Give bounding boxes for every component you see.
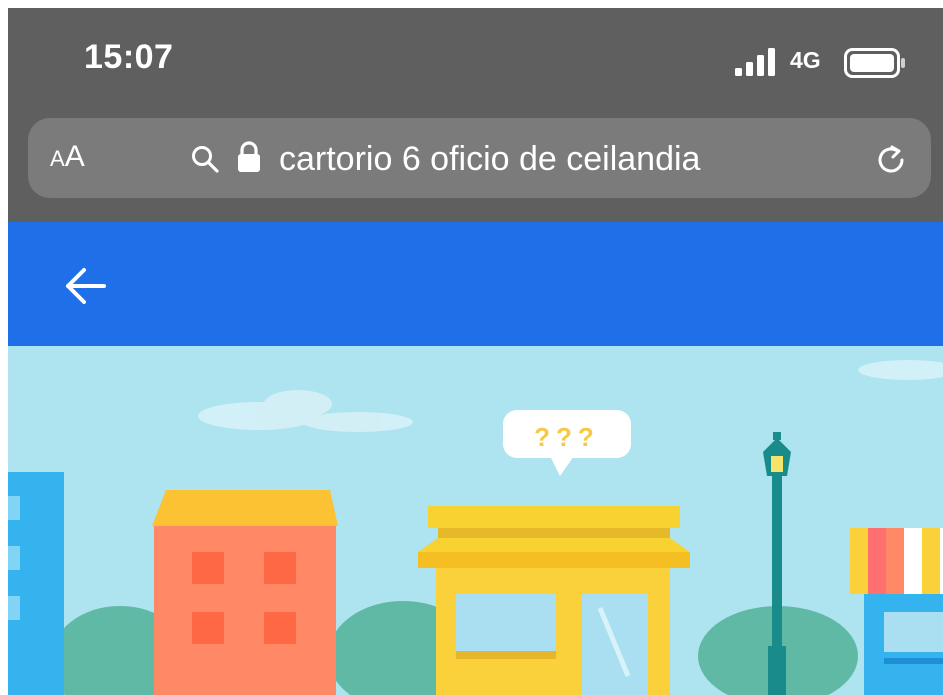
speech-bubble-text: ??? (534, 422, 600, 452)
signal-bars-icon (735, 48, 775, 76)
orange-building (152, 490, 338, 695)
street-illustration: ??? (8, 346, 943, 695)
blue-building (8, 472, 64, 695)
text-size-large: A (64, 140, 85, 173)
text-size-small: A (50, 146, 65, 171)
network-type: 4G (790, 47, 821, 73)
status-time: 15:07 (84, 38, 174, 76)
battery-icon (844, 48, 905, 78)
address-bar-query[interactable]: cartorio 6 oficio de ceilandia (279, 140, 700, 179)
app-bar (8, 222, 943, 346)
search-icon (192, 146, 219, 173)
lock-icon (238, 141, 260, 172)
back-arrow-icon[interactable] (64, 266, 108, 306)
yellow-store (418, 506, 690, 695)
reload-icon[interactable] (872, 141, 910, 179)
text-size-button[interactable]: AA (50, 140, 85, 174)
